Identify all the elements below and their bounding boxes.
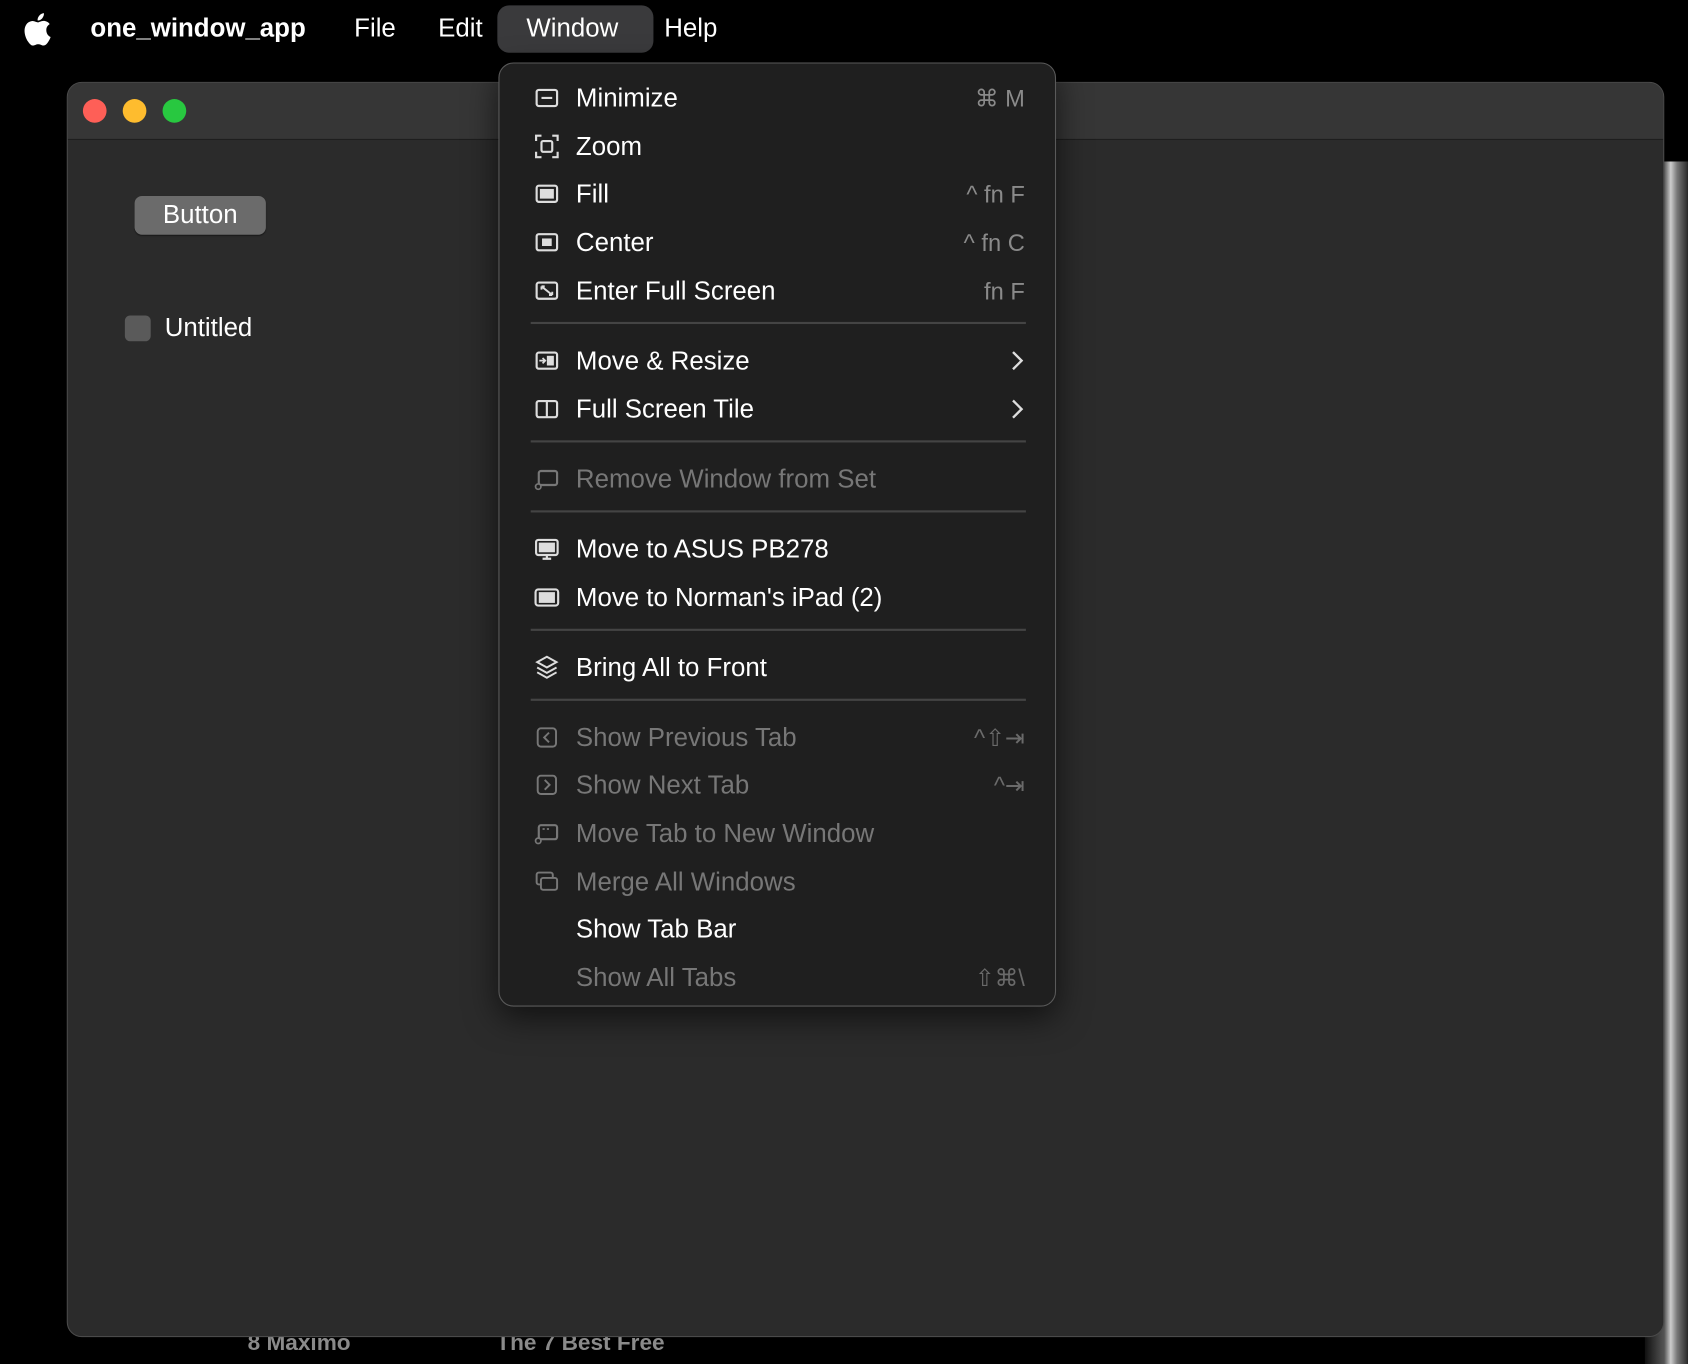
menu-item-enter-full-screen[interactable]: Enter Full Screen fn F [499,268,1054,311]
merge-windows-icon [535,871,559,891]
menu-item-move-to-asus[interactable]: Move to ASUS PB278 [499,526,1054,569]
menu-app-name[interactable]: one_window_app [90,14,305,44]
shortcut: ^⇥ [993,771,1025,799]
menu-separator [530,628,1026,631]
menu-help[interactable]: Help [664,14,717,44]
menu-window[interactable]: Window [526,14,618,44]
full-screen-icon [535,281,559,300]
move-resize-icon [535,351,559,370]
menu-item-remove-window-from-set[interactable]: Remove Window from Set [499,456,1054,499]
menu-item-move-tab-to-new-window[interactable]: Move Tab to New Window [499,811,1054,854]
menu-edit[interactable]: Edit [438,14,483,44]
menu-separator [530,510,1026,513]
menu-item-merge-all-windows[interactable]: Merge All Windows [499,859,1054,902]
close-button[interactable] [82,99,107,123]
fill-icon [535,184,559,203]
remove-window-icon [534,469,559,491]
display-icon [535,538,559,560]
apple-logo-icon[interactable] [22,12,52,46]
zoom-icon [535,134,559,159]
menu-item-minimize[interactable]: Minimize ⌘ M [499,75,1054,118]
menu-item-zoom[interactable]: Zoom [499,124,1054,167]
ipad-icon [534,588,560,607]
tile-icon [535,399,559,419]
menu-bar: one_window_app File Edit Window Help [0,0,1688,59]
menu-separator [530,698,1026,701]
untitled-checkbox[interactable] [124,315,151,342]
menu-item-show-all-tabs[interactable]: Show All Tabs ⇧⌘\ [499,955,1054,998]
chevron-right-icon [1012,351,1024,371]
shortcut: ^ fn C [963,229,1025,257]
previous-tab-icon [536,727,557,748]
zoom-button[interactable] [162,99,187,123]
minimize-button[interactable] [122,99,147,123]
shortcut: ^⇧⇥ [974,724,1025,752]
window-menu-dropdown: Minimize ⌘ M Zoom Fill ^ fn F Center ^ f… [498,62,1057,1007]
shortcut: fn F [984,277,1025,305]
menu-item-full-screen-tile[interactable]: Full Screen Tile [499,386,1054,429]
shortcut: ⇧⌘\ [974,964,1025,992]
menu-item-center[interactable]: Center ^ fn C [499,220,1054,263]
menu-item-move-to-ipad[interactable]: Move to Norman's iPad (2) [499,575,1054,618]
menu-item-move-resize[interactable]: Move & Resize [499,338,1054,381]
menu-item-show-next-tab[interactable]: Show Next Tab ^⇥ [499,762,1054,805]
stack-icon [535,655,559,679]
menu-separator [530,440,1026,443]
chevron-right-icon [1012,399,1024,419]
checkbox-label: Untitled [164,313,253,343]
next-tab-icon [536,774,557,795]
menu-file[interactable]: File [354,14,396,44]
shortcut: ^ fn F [966,180,1025,208]
menu-item-show-previous-tab[interactable]: Show Previous Tab ^⇧⇥ [499,715,1054,758]
menu-item-show-tab-bar[interactable]: Show Tab Bar [499,906,1054,949]
menu-separator [530,321,1026,325]
menu-item-bring-all-to-front[interactable]: Bring All to Front [499,645,1054,688]
move-tab-icon [534,824,559,845]
minimize-icon [535,88,559,108]
shortcut: ⌘ M [974,85,1025,112]
push-button[interactable]: Button [134,195,266,235]
center-icon [535,233,559,252]
menu-item-fill[interactable]: Fill ^ fn F [499,171,1054,214]
